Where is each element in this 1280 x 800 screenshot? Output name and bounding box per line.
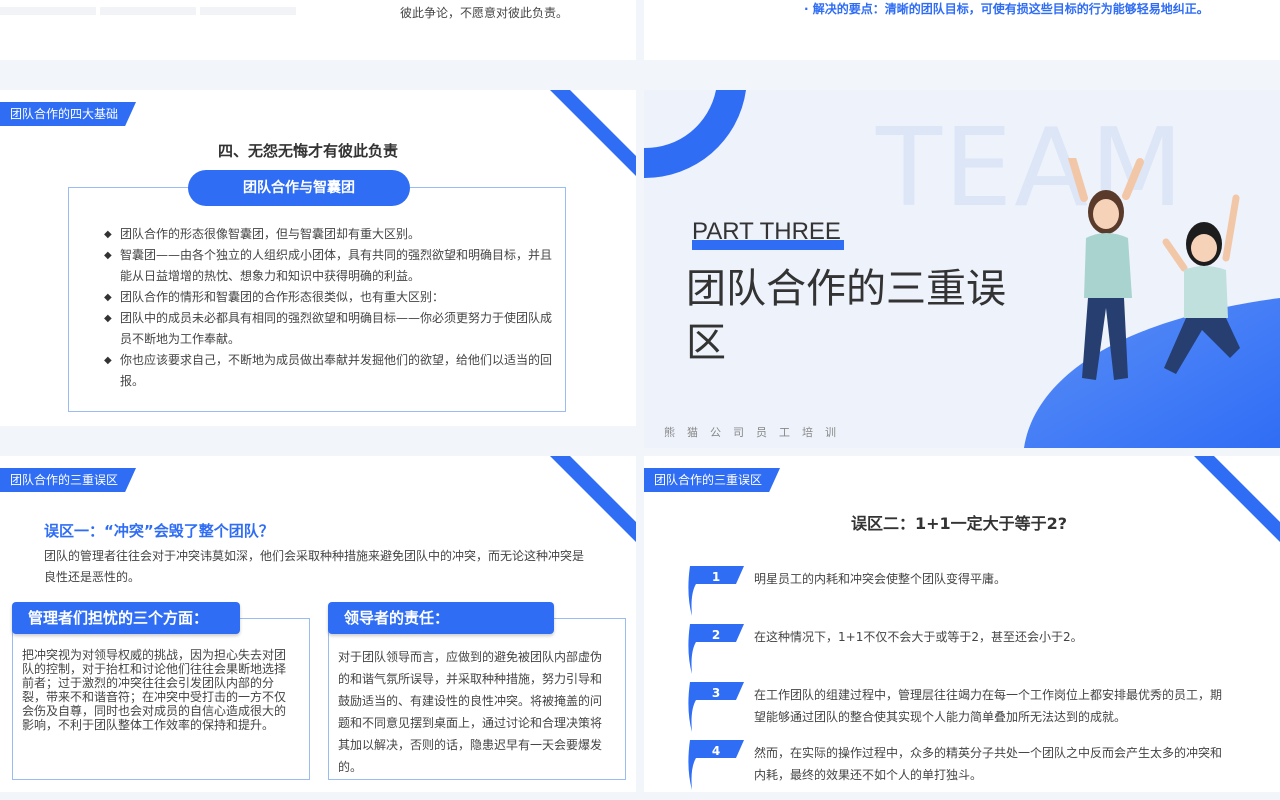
pill-heading: 团队合作与智囊团: [188, 170, 410, 206]
list-item: 1 明星员工的内耗和冲突会使整个团队变得平庸。: [688, 564, 1268, 616]
bullet-item: 团队合作的形态很像智囊团，但与智囊团却有重大区别。: [104, 224, 554, 245]
arc-decoration-icon: [644, 90, 746, 179]
corner-stripe-icon: [550, 90, 636, 176]
item-number: 2: [711, 628, 721, 642]
item-text: 然而，在实际的操作过程中，众多的精英分子共处一个团队之中反而会产生太多的冲突和内…: [754, 746, 1223, 782]
slide-four-foundations[interactable]: 团队合作的四大基础 四、无怨无悔才有彼此负责 团队合作与智囊团 团队合作的形态很…: [0, 90, 636, 426]
slide-part-three-cover[interactable]: TEAM PART THREE 团队合作的三重误区 熊猫公司员工培训: [644, 90, 1280, 448]
bullet-list: 团队合作的形态很像智囊团，但与智囊团却有重大区别。 智囊团——由各个独立的人组织…: [104, 224, 554, 392]
slide-top-left[interactable]: 彼此争论，不愿意对彼此负责。: [0, 0, 636, 60]
left-text: 把冲突视为对领导权威的挑战，因为担心失去对团队的控制，对于抬杠和讨论他们往往会果…: [22, 648, 287, 732]
cover-title: 团队合作的三重误区: [686, 266, 1006, 366]
intro-paragraph: 团队的管理者往往会对于冲突讳莫如深，他们会采取种种措施来避免团队中的冲突，而无论…: [44, 549, 585, 584]
item-text: 明星员工的内耗和冲突会使整个团队变得平庸。: [754, 572, 1007, 586]
slide-title: 误区二：1+1一定大于等于2?: [850, 514, 1068, 533]
item-number: 4: [711, 744, 721, 758]
left-header: 管理者们担忧的三个方面：: [12, 602, 240, 634]
bullet-item: 团队中的成员未必都具有相同的强烈欲望和明确目标——你必须更努力于使团队成员不断地…: [104, 308, 554, 350]
section-tag: 团队合作的三重误区: [644, 468, 781, 492]
list-item: 2 在这种情况下，1+1不仅不会大于或等于2，甚至还会小于2。: [688, 622, 1268, 674]
slide-top-right[interactable]: · 解决的要点：清晰的团队目标，可使有损这些目标的行为能够轻易地纠正。: [644, 0, 1280, 60]
section-tag: 团队合作的四大基础: [0, 102, 137, 126]
bullet-item: 团队合作的情形和智囊团的合作形态很类似，也有重大区别：: [104, 287, 554, 308]
jumping-people-icon: [1068, 158, 1240, 380]
item-number: 1: [711, 570, 721, 584]
slide-title: 四、无怨无悔才有彼此负责: [217, 142, 398, 160]
corner-stripe-icon: [550, 456, 636, 542]
top-left-text: 彼此争论，不愿意对彼此负责。: [400, 6, 569, 20]
item-text: 在这种情况下，1+1不仅不会大于或等于2，甚至还会小于2。: [754, 630, 1083, 644]
slide-myth-two[interactable]: 团队合作的三重误区 误区二：1+1一定大于等于2? 1 明星员工的内耗和冲突会使…: [644, 456, 1280, 792]
part-label: PART THREE: [692, 218, 841, 245]
right-header: 领导者的责任：: [328, 602, 554, 634]
list-item: 3 在工作团队的组建过程中，管理层往往竭力在每一个工作岗位上都安排最优秀的员工，…: [688, 680, 1268, 732]
bullet-item: 你也应该要求自己，不断地为成员做出奉献并发掘他们的欲望，给他们以适当的回报。: [104, 350, 554, 392]
item-text: 在工作团队的组建过程中，管理层往往竭力在每一个工作岗位上都安排最优秀的员工，期望…: [754, 688, 1223, 724]
company-name: 熊猫公司员工培训: [664, 426, 848, 439]
right-text: 对于团队领导而言，应做到的避免被团队内部虚伪的和谐气氛所误导，并采取种种措施，努…: [338, 650, 603, 774]
list-item: 4 然而，在实际的操作过程中，众多的精英分子共处一个团队之中反而会产生太多的冲突…: [688, 738, 1268, 790]
item-number: 3: [711, 686, 721, 700]
bullet-item: 智囊团——由各个独立的人组织成小团体，具有共同的强烈欲望和明确目标，并且能从日益…: [104, 245, 554, 287]
top-tabs: [0, 0, 380, 15]
slide-myth-one[interactable]: 团队合作的三重误区 误区一：“冲突”会毁了整个团队？ 团队的管理者往往会对于冲突…: [0, 456, 636, 792]
myth-heading: 误区一：“冲突”会毁了整个团队？: [44, 522, 274, 540]
section-tag: 团队合作的三重误区: [0, 468, 137, 492]
top-right-bullet: · 解决的要点：清晰的团队目标，可使有损这些目标的行为能够轻易地纠正。: [804, 2, 1209, 16]
